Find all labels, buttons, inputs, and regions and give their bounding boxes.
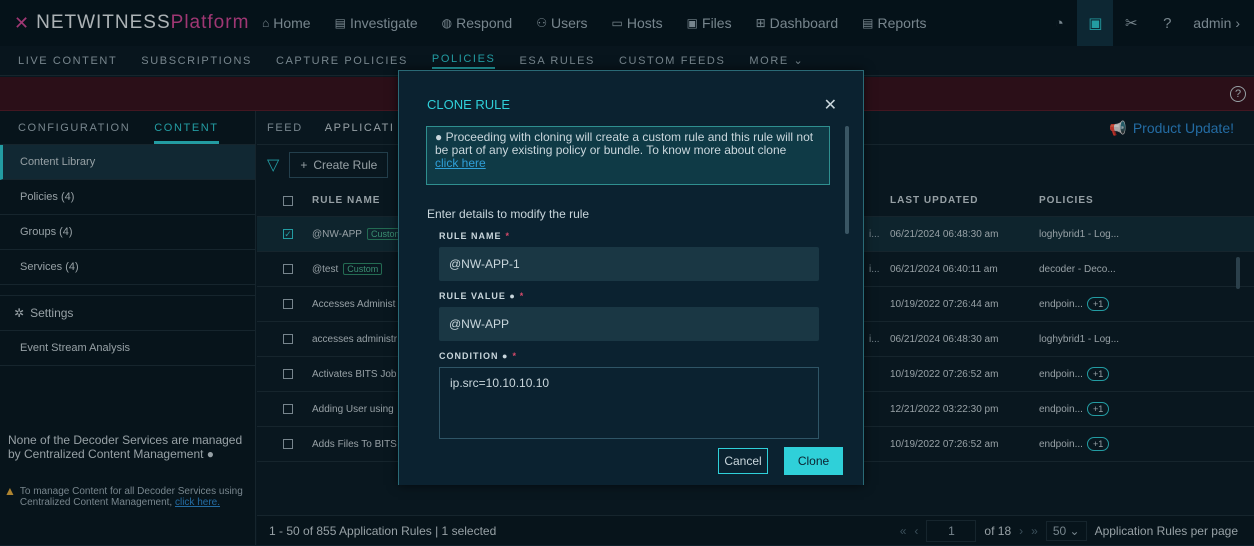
- clone-rule-dialog: CLONE RULE ✕ ● Proceeding with cloning w…: [398, 70, 864, 485]
- dialog-subtitle: Enter details to modify the rule: [427, 207, 590, 221]
- info-icon: ●: [502, 351, 509, 361]
- info-icon: ●: [435, 130, 443, 144]
- rule-name-label: RULE NAME *: [439, 231, 511, 241]
- info-icon: ●: [509, 291, 516, 301]
- rule-value-input[interactable]: @NW-APP: [439, 307, 819, 341]
- condition-textarea[interactable]: ip.src=10.10.10.10: [439, 367, 819, 439]
- rule-name-input[interactable]: @NW-APP-1: [439, 247, 819, 281]
- clone-info-box: ● Proceeding with cloning will create a …: [426, 126, 830, 185]
- clone-button[interactable]: Clone: [784, 447, 843, 475]
- rule-value-label: RULE VALUE ● *: [439, 291, 525, 301]
- dialog-scrollbar[interactable]: [845, 126, 849, 234]
- cancel-button[interactable]: Cancel: [718, 448, 768, 474]
- close-icon[interactable]: ✕: [824, 95, 837, 115]
- dialog-title: CLONE RULE: [427, 97, 511, 112]
- dialog-footer: Cancel Clone: [399, 439, 863, 485]
- condition-label: CONDITION ● *: [439, 351, 517, 361]
- clone-help-link[interactable]: click here: [435, 156, 486, 170]
